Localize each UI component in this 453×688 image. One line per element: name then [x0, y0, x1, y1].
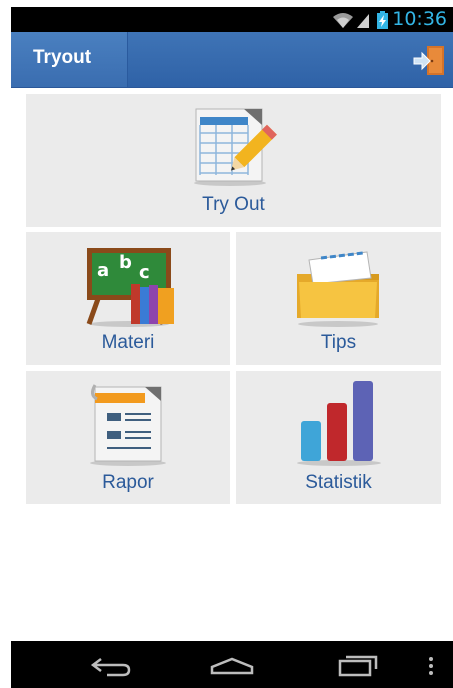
overflow-menu-icon[interactable]: [426, 655, 436, 677]
menu-tile-statistik[interactable]: Statistik: [236, 371, 441, 504]
battery-charging-icon: [377, 11, 388, 29]
spreadsheet-pencil-icon: [194, 108, 277, 186]
app-title: Tryout: [33, 47, 92, 68]
signal-icon: [357, 14, 369, 28]
home-icon[interactable]: [209, 657, 255, 675]
tile-label-tips: Tips: [320, 332, 357, 353]
folder-icon: [297, 251, 379, 327]
bar-chart-icon: [297, 381, 381, 466]
phone-screen: 10:36 Tryout Try Out a b c Materi Tips R…: [11, 7, 453, 688]
svg-text:b: b: [119, 252, 132, 273]
app-title-cell[interactable]: Tryout: [11, 32, 128, 87]
logout-door-icon[interactable]: [411, 43, 447, 77]
svg-text:a: a: [97, 260, 109, 281]
clipboard-report-icon: [90, 384, 166, 466]
tile-label-rapor: Rapor: [102, 472, 154, 493]
status-bar: 10:36: [11, 7, 453, 32]
back-icon[interactable]: [89, 655, 133, 677]
chalkboard-books-icon: a b c: [86, 248, 174, 327]
tile-label-materi: Materi: [101, 332, 155, 353]
tile-label-tryout: Try Out: [202, 194, 265, 215]
action-bar: Tryout: [11, 32, 453, 88]
tile-label-statistik: Statistik: [305, 472, 372, 493]
menu-tile-tryout[interactable]: Try Out: [26, 94, 441, 227]
menu-tile-tips[interactable]: Tips: [236, 232, 441, 365]
svg-text:c: c: [139, 262, 150, 283]
status-time: 10:36: [392, 8, 447, 30]
menu-tile-rapor[interactable]: Rapor: [26, 371, 230, 504]
menu-tile-materi[interactable]: a b c Materi: [26, 232, 230, 365]
navigation-bar: [11, 641, 453, 688]
wifi-icon: [333, 13, 353, 28]
recent-apps-icon[interactable]: [336, 655, 380, 677]
